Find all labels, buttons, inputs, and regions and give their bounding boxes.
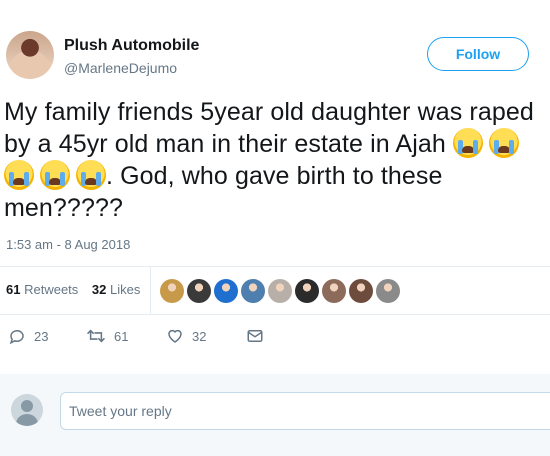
liker-avatar[interactable] xyxy=(349,279,373,303)
crying-face-icon xyxy=(452,128,483,158)
divider xyxy=(0,314,550,315)
like-count: 32 xyxy=(192,328,207,344)
tweet-stats: 61 Retweets 32 Likes xyxy=(6,282,140,297)
tweet-timestamp[interactable]: 1:53 am - 8 Aug 2018 xyxy=(6,237,130,252)
user-avatar xyxy=(11,394,43,426)
like-action[interactable]: 32 xyxy=(166,327,206,345)
author-handle[interactable]: @MarleneDejumo xyxy=(64,60,177,76)
heart-icon xyxy=(168,329,182,343)
tweet: Plush Automobile @MarleneDejumo Follow M… xyxy=(0,0,550,374)
retweet-icon xyxy=(86,329,106,343)
crying-face-icon xyxy=(488,128,519,158)
reply-action[interactable]: 23 xyxy=(8,327,48,345)
liker-avatar[interactable] xyxy=(376,279,400,303)
crying-face-icon xyxy=(76,160,106,190)
reply-composer xyxy=(0,374,550,456)
author-avatar[interactable] xyxy=(6,31,54,79)
tweet-actions: 23 61 32 xyxy=(0,327,550,349)
crying-face-icon xyxy=(4,160,34,190)
retweet-count: 61 xyxy=(114,328,129,344)
envelope-icon xyxy=(247,330,263,342)
liker-avatar[interactable] xyxy=(295,279,319,303)
author-name[interactable]: Plush Automobile xyxy=(64,37,199,55)
tweet-text-part2: . God, who gave birth to these men????? xyxy=(4,162,450,222)
crying-face-icon xyxy=(40,160,70,190)
liker-avatar[interactable] xyxy=(214,279,238,303)
liker-avatar[interactable] xyxy=(268,279,292,303)
liker-avatar[interactable] xyxy=(160,279,184,303)
liker-avatar[interactable] xyxy=(187,279,211,303)
reply-input[interactable] xyxy=(60,392,550,430)
stats-separator xyxy=(150,266,151,314)
likes-stat[interactable]: 32 Likes xyxy=(92,282,140,297)
retweets-stat[interactable]: 61 Retweets xyxy=(6,282,78,297)
liker-avatar[interactable] xyxy=(241,279,265,303)
tweet-text: My family friends 5year old daughter was… xyxy=(4,96,550,224)
liker-avatars xyxy=(160,279,403,303)
retweet-action[interactable]: 61 xyxy=(86,327,128,345)
liker-avatar[interactable] xyxy=(322,279,346,303)
follow-button[interactable]: Follow xyxy=(427,37,529,71)
divider xyxy=(0,266,550,267)
message-action[interactable] xyxy=(246,327,272,345)
reply-icon xyxy=(9,330,24,345)
reply-count: 23 xyxy=(34,328,49,344)
